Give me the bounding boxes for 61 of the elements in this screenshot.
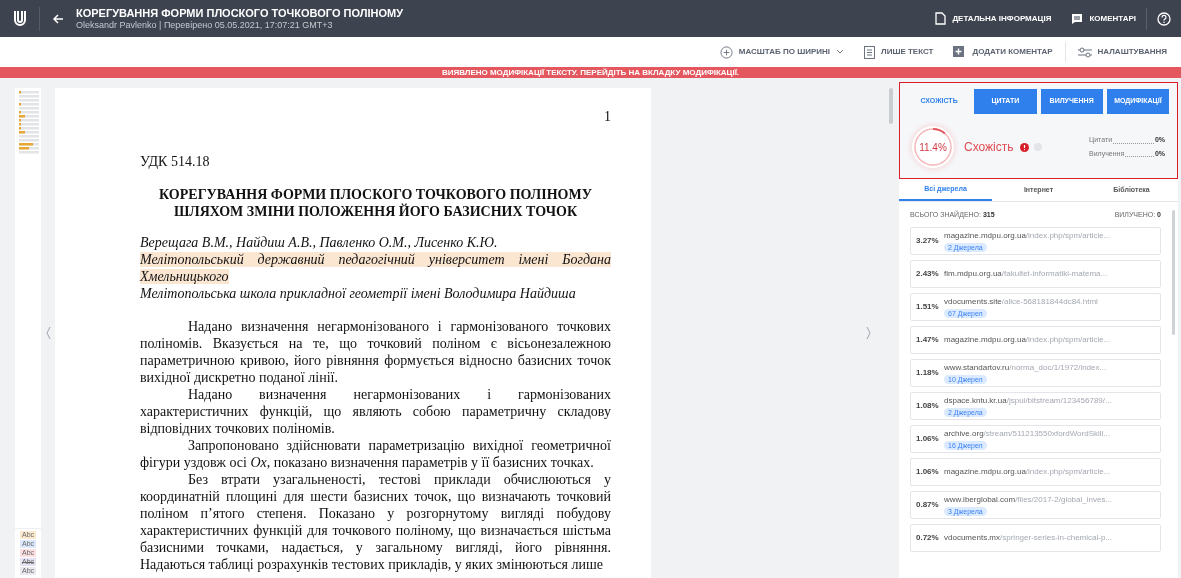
- source-url[interactable]: vdocuments.mx/springer-series-in-chemical-p...: [944, 531, 1113, 544]
- minimap-drawing: [17, 91, 39, 155]
- source-url[interactable]: fim.mdpu.org.ua/fakultet-informatiki-matema...: [944, 267, 1108, 280]
- source-url[interactable]: archive.org/stream/511213550xfordWordSkill...: [944, 427, 1110, 440]
- source-url[interactable]: magazine.mdpu.org.ua/index.php/spm/article...: [944, 465, 1111, 478]
- author-line: Мелітопольська школа прикладної геометрії імені Володимира Найдиша: [140, 285, 577, 302]
- paper-title: ШЛЯХОМ ЗМІНИ ПОЛОЖЕННЯ ЙОГО БАЗИСНИХ ТОЧОК: [172, 203, 579, 220]
- similarity-ring: [912, 126, 954, 168]
- settings-button[interactable]: НАЛАШТУВАННЯ: [1067, 46, 1177, 58]
- udc-code: УДК 514.18: [140, 153, 211, 171]
- source-percent: 0.72%: [916, 531, 940, 544]
- logo-icon[interactable]: [12, 9, 27, 28]
- source-card[interactable]: 1.06% magazine.mdpu.org.ua/index.php/spm/article...: [910, 457, 1161, 486]
- add-comment-icon: [953, 45, 967, 59]
- paper-title: КОРЕГУВАННЯ ФОРМИ ПЛОСКОГО ТОЧКОВОГО ПОЛІНОМУ: [158, 186, 593, 203]
- document-icon: [864, 45, 875, 59]
- source-percent: 0.87%: [916, 498, 940, 511]
- zoom-button[interactable]: МАСШТАБ ПО ШИРИНІ: [709, 45, 854, 59]
- source-percent: 3.27%: [916, 234, 940, 247]
- source-percent: 1.51%: [916, 300, 940, 313]
- abstract-paragraph: Надано визначення негармонізованого і гармонізованого точкових поліномів. Вказується на те, що точковий поліном є вісьонезалежною параметричною кривою, його рівняння формується відносно базисних точок вихідної дискретно поданої лінії.: [140, 318, 611, 386]
- source-url[interactable]: dspace.kntu.kr.ua/jspui/bitstream/123456789/...: [944, 394, 1112, 407]
- page-number: 1: [604, 108, 611, 126]
- check-info: Oleksandr Pavlenko | Перевірено 05.05.2021, 17:07:21 GMT+3: [76, 19, 334, 31]
- abstract-paragraph: Запропоновано здійснювати параметризацію вихідної геометричної фігури уздовж осі Ox, показано визначення параметрів у її базисних точках.: [140, 437, 611, 471]
- source-url[interactable]: www.standartov.ru/norma_doc/1/1972/index...: [944, 361, 1107, 374]
- scrollbar-thumb[interactable]: [1172, 210, 1175, 335]
- source-url[interactable]: magazine.mdpu.org.ua/index.php/spm/article...: [944, 333, 1111, 346]
- source-card[interactable]: 1.47% magazine.mdpu.org.ua/index.php/spm/article...: [910, 325, 1161, 354]
- abstract-paragraph: Надано визначення негармонізованих і гармонізованих характеристичних функцій, що являють собою параметричну складову відповідних точкових поліномів.: [140, 386, 611, 437]
- source-url[interactable]: www.iberglobal.com/files/2017-2/global_inves...: [944, 493, 1113, 506]
- zoom-in-icon: [719, 45, 733, 59]
- source-card[interactable]: 0.72% vdocuments.mx/springer-series-in-chemical-p...: [910, 523, 1161, 552]
- source-url[interactable]: vdocuments.site/alice-568181844dc84.html: [944, 295, 1098, 308]
- comment-icon: [1071, 12, 1084, 25]
- details-button[interactable]: ДЕТАЛЬНА ІНФОРМАЦІЯ: [925, 0, 1062, 37]
- modification-banner: ВИЯВЛЕНО МОДИФІКАЦІЇ ТЕКСТУ. ПЕРЕЙДІТЬ НА ВКЛАДКУ МОДИФІКАЦІЇ.: [0, 67, 1181, 78]
- source-percent: 2.43%: [916, 267, 940, 280]
- similarity-value: 11.4%: [919, 140, 947, 155]
- back-icon[interactable]: [52, 12, 64, 25]
- author-line: Верещага В.М., Найдиш А.В., Павленко О.М., Лисенко К.Ю.: [140, 234, 499, 251]
- document-title: КОРЕГУВАННЯ ФОРМИ ПЛОСКОГО ТОЧКОВОГО ПОЛІНОМУ: [76, 6, 404, 20]
- next-page-icon[interactable]: [866, 326, 871, 340]
- source-url[interactable]: magazine.mdpu.org.ua/index.php/spm/article...: [944, 229, 1111, 242]
- source-percent: 1.06%: [916, 465, 940, 478]
- sliders-icon: [1077, 46, 1092, 58]
- alert-icon: [1019, 142, 1029, 152]
- abstract-paragraph: Без втрати узагальненості, тестові приклади обчислюються у координатній площині для шести базисних точок, що визначають точковий поліном п’ятого степеня. Показано у розгорнутому вигляді побудову характеристичних функцій для точкового поліному, що визначається шістьма базисними точками, надається, у загальному вигляді, його рівняння. Надаються таблиці розрахунків тестових прикладів, у яких змінюються лише: [140, 471, 611, 573]
- text-only-button[interactable]: ЛИШЕ ТЕКСТ: [854, 45, 944, 59]
- chevron-down-icon: [836, 49, 844, 55]
- scrollbar-thumb[interactable]: [889, 88, 893, 124]
- comments-button[interactable]: КОМЕНТАРІ: [1061, 0, 1146, 37]
- add-comment-button[interactable]: ДОДАТИ КОМЕНТАР: [943, 45, 1063, 59]
- source-percent: 1.47%: [916, 333, 940, 346]
- source-percent: 1.08%: [916, 399, 940, 412]
- previous-page-icon[interactable]: [45, 326, 51, 340]
- source-percent: 1.18%: [916, 366, 940, 379]
- source-percent: 1.06%: [916, 432, 940, 445]
- source-card[interactable]: 2.43% fim.mdpu.org.ua/fakultet-informatiki-matema...: [910, 259, 1161, 288]
- similarity-label: Схожість: [964, 139, 1014, 156]
- document-icon: [935, 12, 947, 25]
